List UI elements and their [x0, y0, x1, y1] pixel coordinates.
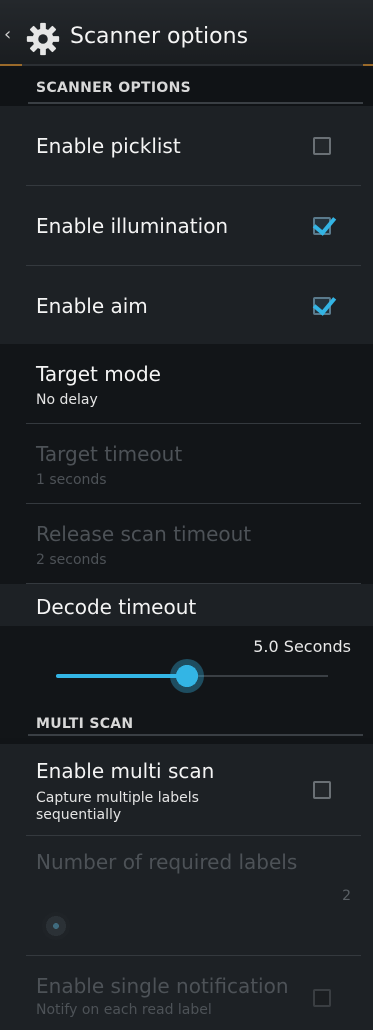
- pref-enable-single-notification: Enable single notification Notify on eac…: [0, 956, 373, 1030]
- required-labels-slider-thumb: [42, 912, 70, 940]
- section-divider: [28, 102, 363, 104]
- pref-enable-multi-scan[interactable]: Enable multi scan Capture multiple label…: [0, 744, 373, 836]
- pref-title: Number of required labels: [36, 850, 298, 874]
- slider-value: 2: [342, 888, 351, 904]
- section-header-label: SCANNER OPTIONS: [36, 80, 191, 96]
- slider-value: 5.0 Seconds: [253, 637, 351, 656]
- pref-title: Release scan timeout: [36, 522, 252, 546]
- pref-title: Enable single notification: [36, 974, 289, 998]
- section-header-label: MULTI SCAN: [36, 716, 134, 732]
- pref-title: Enable aim: [36, 294, 148, 318]
- aim-checkbox[interactable]: [313, 297, 331, 315]
- pref-title: Decode timeout: [36, 595, 197, 619]
- action-bar-accent: [0, 64, 22, 66]
- decode-timeout-slider-area: 5.0 Seconds: [0, 626, 373, 700]
- pref-number-of-required-labels: Number of required labels 2: [0, 836, 373, 956]
- section-divider: [28, 734, 363, 736]
- pref-title: Target mode: [36, 362, 161, 386]
- illumination-checkbox[interactable]: [313, 217, 331, 235]
- picklist-checkbox[interactable]: [313, 137, 331, 155]
- action-bar-accent: [363, 64, 373, 66]
- decode-timeout-slider-thumb[interactable]: [170, 659, 204, 693]
- single-notification-checkbox: [313, 989, 331, 1007]
- section-header-multi-scan: MULTI SCAN: [0, 700, 373, 738]
- pref-enable-picklist[interactable]: Enable picklist: [0, 106, 373, 186]
- slider-track-fill: [56, 674, 187, 678]
- pref-target-mode[interactable]: Target mode No delay: [0, 344, 373, 424]
- action-bar: ‹ Scanner options: [0, 0, 373, 66]
- pref-title: Enable illumination: [36, 214, 229, 238]
- pref-release-scan-timeout: Release scan timeout 2 seconds: [0, 504, 373, 584]
- gear-icon[interactable]: [24, 20, 62, 58]
- screen-title: Scanner options: [70, 24, 249, 49]
- pref-summary: 2 seconds: [36, 552, 107, 568]
- pref-summary: Notify on each read label: [36, 1002, 212, 1018]
- pref-decode-timeout: Decode timeout: [0, 584, 373, 626]
- pref-summary: Capture multiple labels sequentially: [36, 790, 199, 823]
- pref-title: Enable picklist: [36, 134, 181, 158]
- section-header-scanner-options: SCANNER OPTIONS: [0, 68, 373, 106]
- pref-summary: 1 seconds: [36, 472, 107, 488]
- pref-enable-aim[interactable]: Enable aim: [0, 266, 373, 344]
- pref-enable-illumination[interactable]: Enable illumination: [0, 186, 373, 266]
- pref-target-timeout: Target timeout 1 seconds: [0, 424, 373, 504]
- multi-scan-checkbox[interactable]: [313, 781, 331, 799]
- pref-summary: No delay: [36, 392, 98, 408]
- pref-title: Enable multi scan: [36, 759, 215, 783]
- pref-title: Target timeout: [36, 442, 183, 466]
- chevron-left-icon[interactable]: ‹: [4, 26, 11, 44]
